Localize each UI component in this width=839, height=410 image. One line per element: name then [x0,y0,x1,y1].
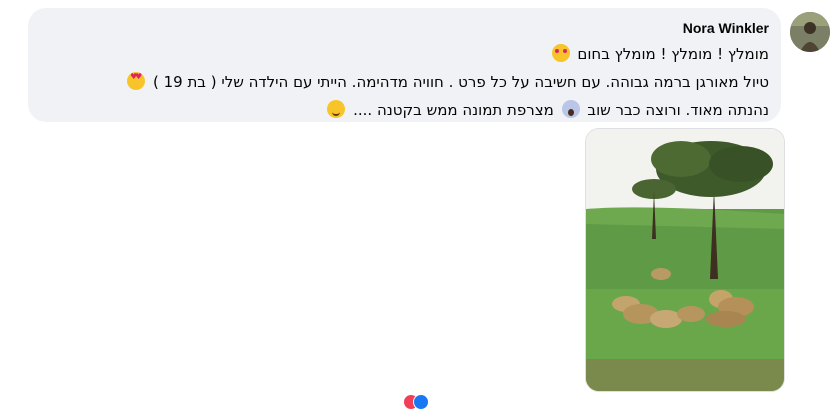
heart-eyes-icon [127,72,146,90]
comment-text: מומלץ ! מומלץ ! מומלץ בחום [577,45,769,63]
comment-bubble: Nora Winkler מומלץ ! מומלץ ! מומלץ בחום … [28,8,781,122]
comment-line: טיול מאורגן ברמה גבוהה. עם חשיבה על כל פ… [124,72,769,91]
comment-text: טיול מאורגן ברמה גבוהה. עם חשיבה על כל פ… [152,73,769,91]
author-avatar[interactable] [790,12,830,52]
comment-line: מומלץ ! מומלץ ! מומלץ בחום [549,44,769,63]
like-reaction-icon [413,394,429,410]
comment-line: נהנתה מאוד. ורוצה כבר שוב מצרפת תמונה ממ… [324,100,769,119]
comment-author[interactable]: Nora Winkler [683,20,769,36]
smiling-face-with-hearts-icon [551,44,570,62]
attached-photo[interactable] [585,128,785,392]
winking-face-icon [327,100,346,118]
reactions-summary[interactable] [403,394,443,410]
comment-text: נהנתה מאוד. ורוצה כבר שוב [587,101,769,119]
screaming-face-icon [561,100,580,118]
comment-text: מצרפת תמונה ממש בקטנה .... [353,101,554,119]
